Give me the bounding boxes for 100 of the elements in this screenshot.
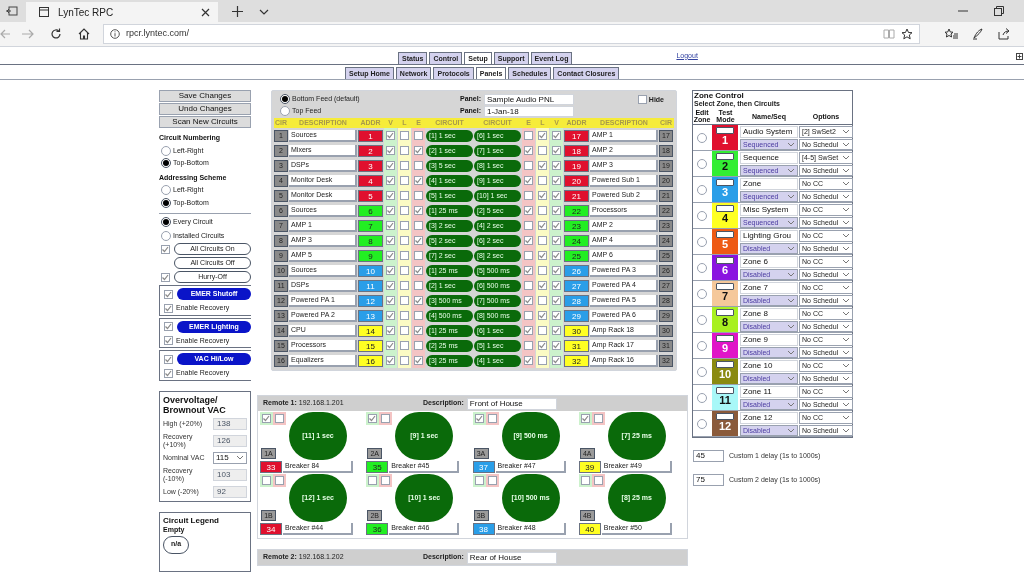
address-badge: 1 [358, 129, 383, 142]
dropdown[interactable]: 115 [213, 451, 247, 464]
zone-test-button[interactable]: 2 [712, 151, 738, 176]
chevron-down-icon [787, 400, 795, 408]
input-field[interactable]: 103 [213, 468, 247, 481]
address-badge: 36 [366, 523, 389, 535]
radio-button[interactable] [161, 230, 171, 241]
refresh-icon[interactable] [50, 28, 62, 40]
input-field[interactable]: Zone 6 [740, 255, 798, 268]
input-field[interactable]: 1-Jan-18 [484, 105, 574, 117]
zone-test-button[interactable]: 1 [712, 125, 738, 150]
radio-button[interactable] [161, 185, 171, 196]
input-field[interactable]: Zone 7 [740, 281, 798, 294]
radio-button[interactable] [161, 158, 171, 169]
input-field[interactable]: Lighting Grou [740, 229, 798, 242]
button[interactable]: Scan New Circuits [159, 116, 251, 128]
radio-button[interactable] [697, 418, 707, 429]
panel-title: Zone Control [693, 91, 745, 100]
radio-button[interactable] [697, 132, 707, 143]
zone-test-button[interactable]: 7 [712, 281, 738, 306]
address-badge: 28 [564, 294, 589, 307]
radio-button[interactable] [697, 314, 707, 325]
radio-button[interactable] [161, 197, 171, 208]
zone-test-button[interactable]: 11 [712, 385, 738, 410]
radio-button[interactable] [161, 217, 171, 228]
browser-tab[interactable]: LynTec RPC [26, 2, 218, 22]
checkbox[interactable] [164, 336, 173, 346]
restore-icon[interactable] [994, 6, 1004, 16]
input-field[interactable]: Rear of House [466, 551, 557, 564]
radio-button[interactable] [697, 158, 707, 169]
reading-view-icon[interactable] [883, 29, 895, 39]
checkbox[interactable] [637, 95, 647, 104]
checkbox[interactable] [161, 244, 170, 254]
chevron-down-icon [787, 426, 795, 434]
checkbox[interactable] [164, 354, 173, 364]
input-field[interactable]: Zone 10 [740, 359, 798, 372]
address-badge: 7 [358, 219, 383, 232]
input-field[interactable]: 75 [693, 474, 724, 486]
input-field[interactable]: Zone 12 [740, 411, 798, 424]
address-badge: 35 [366, 461, 389, 473]
radio-button[interactable] [697, 236, 707, 247]
address-badge: 23 [564, 219, 589, 232]
checkbox[interactable] [164, 289, 173, 299]
new-tab-icon[interactable] [232, 6, 243, 17]
address-badge: 26 [564, 264, 589, 277]
input-field[interactable]: Sample Audio PNL [484, 93, 574, 105]
address-badge: 20 [564, 174, 589, 187]
chevron-down-icon [787, 244, 795, 252]
input-field[interactable]: 45 [693, 450, 724, 462]
address-badge: 9 [358, 249, 383, 262]
button[interactable]: Save Changes [159, 90, 251, 102]
address-bar[interactable]: rpcr.lyntec.com/ [103, 24, 920, 44]
checkbox[interactable] [164, 368, 173, 378]
address-badge: 18 [564, 144, 589, 157]
radio-button[interactable] [161, 145, 171, 156]
pen-icon[interactable] [972, 28, 984, 40]
zone-test-button[interactable]: 8 [712, 307, 738, 332]
radio-button[interactable] [280, 106, 290, 116]
input-field[interactable]: Zone [740, 177, 798, 190]
radio-button[interactable] [697, 210, 707, 221]
radio-button[interactable] [697, 392, 707, 403]
back-icon[interactable] [0, 29, 10, 39]
input-field[interactable]: Sequence [740, 151, 798, 164]
star-icon[interactable] [901, 28, 913, 40]
zone-test-button[interactable]: 4 [712, 203, 738, 228]
close-icon[interactable] [201, 7, 210, 17]
button[interactable]: Undo Changes [159, 103, 251, 115]
checkbox[interactable] [164, 322, 173, 331]
input-field[interactable]: 126 [213, 434, 247, 447]
input-field[interactable]: Zone 9 [740, 333, 798, 346]
chevron-down-icon[interactable] [259, 9, 269, 15]
address-badge: 39 [578, 461, 601, 473]
forward-icon[interactable] [22, 29, 34, 39]
radio-button[interactable] [697, 262, 707, 273]
input-field[interactable]: Zone 8 [740, 307, 798, 320]
zone-test-button[interactable]: 9 [712, 333, 738, 358]
radio-button[interactable] [697, 184, 707, 195]
zone-test-button[interactable]: 10 [712, 359, 738, 384]
address-badge: 25 [564, 249, 589, 262]
expand-icon[interactable] [1016, 53, 1023, 60]
chevron-down-icon [787, 218, 795, 226]
home-icon[interactable] [78, 28, 90, 40]
panel-title: Circuit Legend [163, 515, 220, 526]
input-field[interactable]: Audio System [740, 125, 798, 138]
share-icon[interactable] [998, 28, 1010, 40]
input-field[interactable]: 92 [213, 485, 247, 498]
radio-button[interactable] [697, 288, 707, 299]
radio-button[interactable] [697, 340, 707, 351]
zone-test-button[interactable]: 6 [712, 255, 738, 280]
input-field[interactable]: Zone 11 [740, 385, 798, 398]
zone-test-button[interactable]: 12 [712, 411, 738, 436]
checkbox[interactable] [161, 272, 170, 282]
input-field[interactable]: Misc System [740, 203, 798, 216]
radio-button[interactable] [280, 94, 290, 104]
input-field[interactable]: 138 [213, 417, 247, 430]
checkbox[interactable] [164, 303, 173, 313]
radio-button[interactable] [697, 366, 707, 377]
tab-preview-icon[interactable] [6, 6, 18, 16]
input-field[interactable]: Front of House [466, 397, 557, 410]
favorites-icon[interactable] [944, 28, 958, 40]
